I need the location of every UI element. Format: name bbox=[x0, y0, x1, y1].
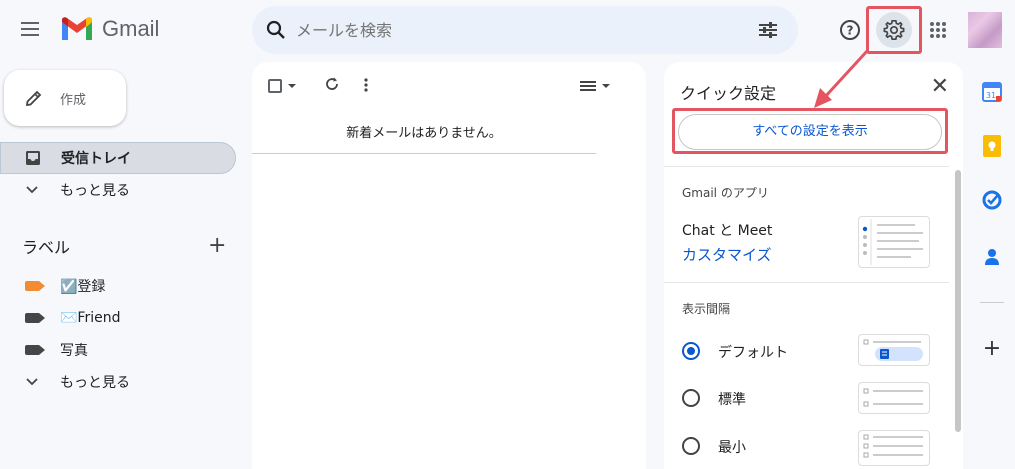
svg-text:?: ? bbox=[847, 24, 854, 38]
sidebar-item-label: 受信トレイ bbox=[61, 151, 131, 167]
compose-button[interactable]: 作成 bbox=[4, 70, 126, 126]
label-name: 写真 bbox=[60, 343, 88, 359]
sidebar-label-item[interactable]: ✉️Friend bbox=[0, 302, 236, 334]
contacts-icon[interactable] bbox=[980, 244, 1004, 268]
compose-label: 作成 bbox=[60, 92, 87, 108]
tasks-icon[interactable] bbox=[980, 188, 1004, 212]
keep-icon[interactable] bbox=[980, 134, 1004, 158]
sidebar-label-item[interactable]: 写真 bbox=[0, 334, 236, 366]
quick-settings-title: クイック設定 bbox=[680, 84, 777, 103]
density-option-label: 最小 bbox=[718, 440, 746, 456]
search-icon[interactable] bbox=[264, 18, 288, 42]
chat-meet-thumbnail bbox=[858, 216, 930, 268]
density-comfortable-radio[interactable] bbox=[682, 389, 700, 407]
list-toolbar bbox=[252, 62, 646, 110]
list-density-icon bbox=[580, 81, 596, 91]
label-tag-icon bbox=[22, 313, 45, 323]
search-options-icon[interactable] bbox=[754, 16, 782, 44]
density-comfortable-thumbnail bbox=[858, 382, 930, 414]
google-apps-icon[interactable] bbox=[922, 14, 954, 46]
gmail-m-icon bbox=[62, 17, 92, 40]
gmail-logo[interactable]: Gmail bbox=[60, 16, 159, 42]
divider bbox=[980, 302, 1004, 303]
chat-meet-label: Chat と Meet bbox=[682, 223, 773, 239]
add-label-icon[interactable]: + bbox=[208, 233, 226, 258]
label-name: ✉️Friend bbox=[60, 310, 121, 326]
labels-heading: ラベル bbox=[22, 238, 71, 257]
sidebar-labels-more[interactable]: もっと見る bbox=[0, 366, 236, 398]
sidebar-item-inbox[interactable]: 受信トレイ bbox=[0, 142, 236, 174]
select-all-checkbox[interactable] bbox=[268, 79, 282, 93]
more-options-icon[interactable] bbox=[364, 77, 368, 96]
label-tag-icon bbox=[22, 281, 45, 291]
search-input[interactable] bbox=[296, 20, 754, 40]
density-option-label: 標準 bbox=[718, 392, 746, 408]
sidebar-item-label: もっと見る bbox=[60, 183, 130, 199]
select-dropdown-icon[interactable] bbox=[288, 84, 296, 88]
gear-icon[interactable] bbox=[876, 12, 912, 48]
density-compact-thumbnail bbox=[858, 430, 930, 466]
refresh-icon[interactable] bbox=[324, 76, 340, 96]
svg-text:31: 31 bbox=[986, 91, 996, 100]
calendar-icon[interactable]: 31 bbox=[980, 80, 1004, 104]
sidebar-label-item[interactable]: ☑️登録 bbox=[0, 270, 236, 302]
search-bar[interactable] bbox=[252, 6, 798, 54]
divider bbox=[664, 282, 949, 283]
annotation-arrow bbox=[814, 48, 870, 108]
panel-scrollbar[interactable] bbox=[953, 162, 963, 462]
density-option-label: デフォルト bbox=[718, 345, 788, 361]
chevron-down-icon bbox=[22, 378, 42, 386]
sidebar-item-more[interactable]: もっと見る bbox=[0, 174, 236, 206]
label-tag-icon bbox=[22, 345, 45, 355]
density-compact-radio[interactable] bbox=[682, 437, 700, 455]
chevron-down-icon bbox=[22, 186, 42, 194]
density-default-radio[interactable] bbox=[682, 342, 700, 360]
density-section-heading: 表示間隔 bbox=[682, 302, 731, 316]
empty-inbox-message: 新着メールはありません。 bbox=[252, 110, 596, 154]
density-dropdown-icon bbox=[602, 84, 610, 88]
mail-list-panel: 新着メールはありません。 bbox=[252, 62, 646, 469]
apps-section-heading: Gmail のアプリ bbox=[682, 186, 769, 200]
divider bbox=[664, 166, 949, 167]
main-menu-icon[interactable] bbox=[18, 18, 42, 42]
quick-settings-panel: クイック設定 ✕ すべての設定を表示 Gmail のアプリ Chat と Mee… bbox=[664, 62, 963, 469]
add-addon-icon[interactable]: + bbox=[980, 336, 1004, 361]
account-avatar[interactable] bbox=[968, 12, 1002, 48]
label-name: ☑️登録 bbox=[60, 279, 106, 295]
logo-text: Gmail bbox=[102, 16, 160, 41]
sidebar-item-label: もっと見る bbox=[60, 375, 130, 391]
customize-link[interactable]: カスタマイズ bbox=[682, 244, 772, 265]
pencil-icon bbox=[25, 90, 42, 107]
close-icon[interactable]: ✕ bbox=[931, 76, 949, 98]
scrollbar-thumb[interactable] bbox=[955, 170, 961, 432]
inbox-icon bbox=[23, 150, 43, 166]
density-toggle[interactable] bbox=[580, 80, 610, 92]
density-default-thumbnail bbox=[858, 334, 930, 366]
